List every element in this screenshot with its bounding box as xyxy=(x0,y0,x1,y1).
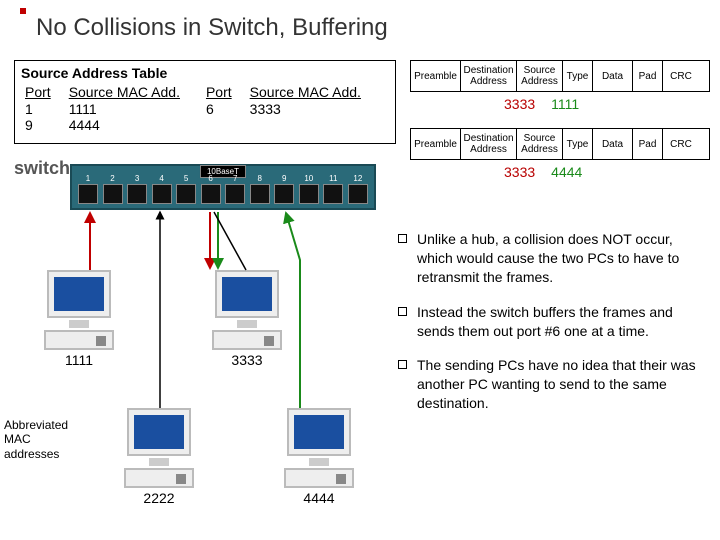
port-3: 3 xyxy=(127,184,147,204)
abbreviated-note: Abbreviated MAC addresses xyxy=(4,418,84,461)
port-10: 10 xyxy=(299,184,319,204)
pc-4444: 4444 xyxy=(274,408,364,506)
frame-field: Pad xyxy=(633,61,663,91)
frame-field: Data xyxy=(593,129,633,159)
sat-cell: 1 xyxy=(21,101,55,118)
bullet-item: Instead the switch buffers the frames an… xyxy=(398,303,710,341)
sat-cell: 9 xyxy=(21,117,55,134)
sat-h-port: Port xyxy=(202,84,236,101)
network-switch: 10BaseT 1 2 3 4 5 6 7 8 9 10 11 12 xyxy=(70,164,376,210)
frame-field: Destination Address xyxy=(461,129,517,159)
bullet-text: Instead the switch buffers the frames an… xyxy=(417,303,710,341)
bullet-item: Unlike a hub, a collision does NOT occur… xyxy=(398,230,710,287)
frame-field: Source Address xyxy=(517,129,563,159)
switch-ports: 1 2 3 4 5 6 7 8 9 10 11 12 xyxy=(78,184,368,204)
port-6: 6 xyxy=(201,184,221,204)
monitor-icon xyxy=(215,270,279,318)
square-bullet-icon xyxy=(398,234,407,243)
bullet-list: Unlike a hub, a collision does NOT occur… xyxy=(398,230,710,429)
frame2-values: 3333 4444 xyxy=(504,164,582,180)
frame-field: Type xyxy=(563,129,593,159)
pc-3333: 3333 xyxy=(202,270,292,368)
frame1-values: 3333 1111 xyxy=(504,96,579,112)
frame-field: CRC xyxy=(663,129,699,159)
bullet-text: Unlike a hub, a collision does NOT occur… xyxy=(417,230,710,287)
port-12: 12 xyxy=(348,184,368,204)
port-1: 1 xyxy=(78,184,98,204)
sat-h-mac: Source MAC Add. xyxy=(246,84,365,101)
square-bullet-icon xyxy=(398,360,407,369)
pc-area: 1111 3333 2222 4444 xyxy=(14,210,384,510)
sat-h-port: Port xyxy=(21,84,55,101)
ethernet-frame-2: Preamble Destination Address Source Addr… xyxy=(410,128,710,160)
pc-label: 2222 xyxy=(143,490,174,506)
frame-field: Preamble xyxy=(411,61,461,91)
frame-field: CRC xyxy=(663,61,699,91)
frame2-src: 4444 xyxy=(551,164,582,180)
port-2: 2 xyxy=(103,184,123,204)
port-8: 8 xyxy=(250,184,270,204)
bullet-text: The sending PCs have no idea that their … xyxy=(417,356,710,413)
pc-label: 4444 xyxy=(303,490,334,506)
sat-heading: Source Address Table xyxy=(21,65,389,82)
switch-banner: 10BaseT xyxy=(200,165,246,178)
port-4: 4 xyxy=(152,184,172,204)
slide-bullet xyxy=(20,8,26,14)
sat-h-mac: Source MAC Add. xyxy=(65,84,184,101)
sat-cell: 6 xyxy=(202,101,236,118)
pc-1111: 1111 xyxy=(34,270,124,368)
bullet-item: The sending PCs have no idea that their … xyxy=(398,356,710,413)
sat-cell: 3333 xyxy=(246,101,365,118)
port-11: 11 xyxy=(323,184,343,204)
slide-title: No Collisions in Switch, Buffering xyxy=(36,14,388,42)
monitor-icon xyxy=(47,270,111,318)
sat-left-col: Port 1 9 Source MAC Add. 1111 4444 xyxy=(21,84,184,134)
frame-field: Destination Address xyxy=(461,61,517,91)
source-address-table: Source Address Table Port 1 9 Source MAC… xyxy=(14,60,396,144)
frame2-dst: 3333 xyxy=(504,164,535,180)
pc-label: 3333 xyxy=(231,352,262,368)
frame1-src: 1111 xyxy=(551,96,579,112)
ethernet-frame-1: Preamble Destination Address Source Addr… xyxy=(410,60,710,92)
sat-cell: 1111 xyxy=(65,101,184,118)
sat-right-col: Port 6 Source MAC Add. 3333 xyxy=(202,84,365,134)
port-7: 7 xyxy=(225,184,245,204)
frame-field: Pad xyxy=(633,129,663,159)
pc-2222: 2222 xyxy=(114,408,204,506)
switch-label: switch xyxy=(14,158,70,179)
monitor-icon xyxy=(127,408,191,456)
port-5: 5 xyxy=(176,184,196,204)
port-9: 9 xyxy=(274,184,294,204)
frame-field: Preamble xyxy=(411,129,461,159)
frame1-dst: 3333 xyxy=(504,96,535,112)
sat-cell: 4444 xyxy=(65,117,184,134)
square-bullet-icon xyxy=(398,307,407,316)
pc-label: 1111 xyxy=(65,352,93,368)
frame-field: Data xyxy=(593,61,633,91)
frame-field: Type xyxy=(563,61,593,91)
frame-field: Source Address xyxy=(517,61,563,91)
monitor-icon xyxy=(287,408,351,456)
